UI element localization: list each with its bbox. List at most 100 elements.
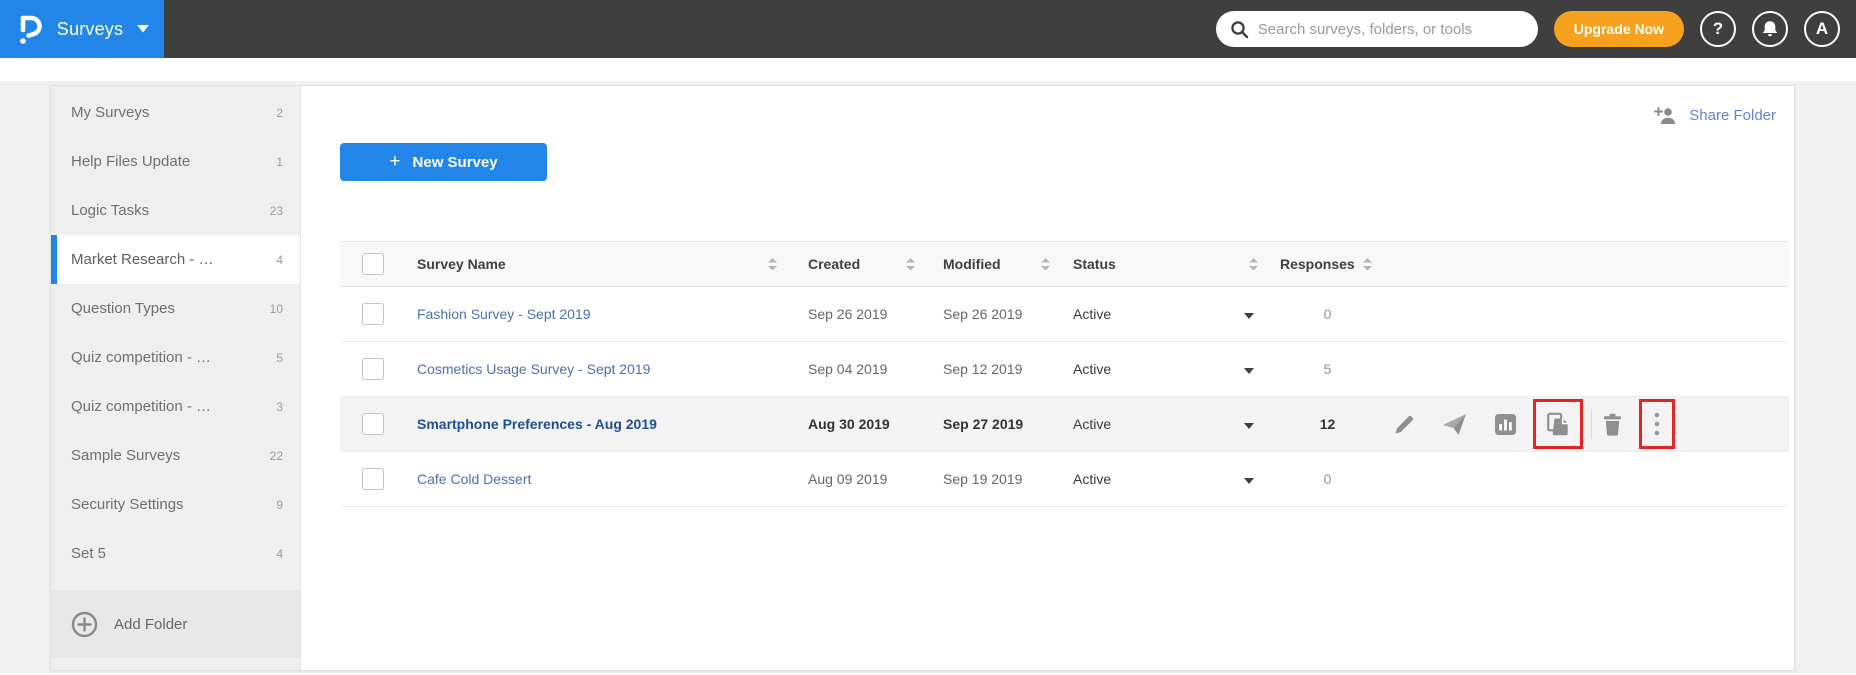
- table-row: Cafe Cold Dessert Aug 09 2019 Sep 19 201…: [340, 452, 1789, 507]
- notifications-button[interactable]: [1752, 11, 1788, 47]
- status-cell: Active: [1055, 467, 1270, 491]
- folder-label: Security Settings: [71, 496, 184, 513]
- avatar-initial: A: [1815, 19, 1829, 38]
- sidebar-item-my-surveys[interactable]: My Surveys 2: [51, 88, 300, 137]
- folder-count: 5: [276, 350, 283, 365]
- sort-icon[interactable]: [1249, 257, 1258, 271]
- content-card: My Surveys 2 Help Files Update 1 Logic T…: [50, 85, 1795, 671]
- product-menu[interactable]: Surveys: [0, 0, 164, 58]
- reports-button[interactable]: [1494, 413, 1517, 436]
- header-modified[interactable]: Modified: [920, 256, 1055, 272]
- app-window: Surveys Upgrade Now ? A: [0, 0, 1856, 675]
- folders-sidebar: My Surveys 2 Help Files Update 1 Logic T…: [51, 86, 301, 670]
- survey-name-link[interactable]: Smartphone Preferences - Aug 2019: [417, 416, 657, 432]
- row-actions: [1385, 399, 1789, 449]
- sidebar-item-help-files-update[interactable]: Help Files Update 1: [51, 137, 300, 186]
- row-checkbox[interactable]: [361, 413, 384, 435]
- header-survey-name[interactable]: Survey Name: [405, 256, 785, 272]
- three-dots-icon: [1654, 412, 1660, 436]
- modified-cell: Sep 19 2019: [943, 471, 1023, 487]
- global-search[interactable]: [1215, 11, 1538, 47]
- sidebar-item-quiz-competition-2[interactable]: Quiz competition - … 3: [51, 382, 300, 431]
- folder-label: Set 5: [71, 545, 107, 562]
- folder-label: Sample Surveys: [71, 447, 181, 464]
- sidebar-item-logic-tasks[interactable]: Logic Tasks 23: [51, 186, 300, 235]
- row-checkbox[interactable]: [361, 303, 384, 325]
- folder-count: 4: [276, 546, 283, 561]
- folder-count: 10: [269, 301, 283, 316]
- caret-down-icon: [1244, 368, 1254, 374]
- bell-icon: [1762, 21, 1778, 37]
- modified-cell: Sep 26 2019: [943, 306, 1023, 322]
- folder-count: 23: [269, 203, 283, 218]
- header-responses[interactable]: Responses: [1270, 256, 1385, 272]
- status-dropdown[interactable]: [1240, 467, 1258, 491]
- edit-button[interactable]: [1393, 413, 1416, 436]
- folder-label: My Surveys: [71, 104, 150, 121]
- more-annotation-box: [1639, 399, 1675, 449]
- sort-icon[interactable]: [1041, 257, 1050, 271]
- status-dropdown[interactable]: [1240, 357, 1258, 381]
- copy-icon: [1546, 412, 1568, 435]
- navbar-right-group: Upgrade Now ? A: [1215, 11, 1856, 47]
- avatar[interactable]: A: [1804, 11, 1840, 47]
- copy-annotation-box: [1533, 399, 1583, 449]
- select-all-checkbox[interactable]: [361, 253, 384, 275]
- search-input[interactable]: [1257, 20, 1524, 38]
- responses-cell: 5: [1323, 361, 1332, 377]
- row-checkbox[interactable]: [361, 468, 384, 490]
- delete-button[interactable]: [1602, 413, 1623, 436]
- status-dropdown[interactable]: [1240, 302, 1258, 326]
- survey-name-link[interactable]: Cosmetics Usage Survey - Sept 2019: [417, 361, 650, 377]
- bar-chart-icon: [1495, 413, 1516, 435]
- sort-icon[interactable]: [768, 257, 777, 271]
- modified-cell: Sep 12 2019: [943, 361, 1023, 377]
- app-logo-icon: [19, 15, 42, 44]
- sidebar-item-market-research[interactable]: Market Research - … 4: [51, 235, 300, 284]
- upgrade-now-button[interactable]: Upgrade Now: [1553, 11, 1684, 47]
- sidebar-item-sample-surveys[interactable]: Sample Surveys 22: [51, 431, 300, 480]
- sidebar-item-set-5[interactable]: Set 5 4: [51, 529, 300, 578]
- sidebar-item-question-types[interactable]: Question Types 10: [51, 284, 300, 333]
- responses-cell: 0: [1323, 471, 1332, 487]
- paper-plane-icon: [1443, 413, 1466, 435]
- sidebar-item-quiz-competition-1[interactable]: Quiz competition - … 5: [51, 333, 300, 382]
- pencil-icon: [1395, 415, 1413, 433]
- search-icon: [1231, 20, 1248, 38]
- more-options-button[interactable]: [1654, 412, 1660, 436]
- sort-icon[interactable]: [906, 257, 915, 271]
- folder-count: 2: [276, 105, 283, 120]
- sidebar-item-security-settings[interactable]: Security Settings 9: [51, 480, 300, 529]
- send-button[interactable]: [1442, 413, 1468, 436]
- trash-icon: [1604, 413, 1621, 436]
- share-folder-label: Share Folder: [1689, 106, 1776, 124]
- header-created[interactable]: Created: [785, 256, 920, 272]
- created-cell: Sep 26 2019: [808, 306, 888, 322]
- header-status[interactable]: Status: [1055, 256, 1270, 272]
- folder-count: 3: [276, 399, 283, 414]
- folder-label: Logic Tasks: [71, 202, 150, 219]
- help-button[interactable]: ?: [1700, 11, 1736, 47]
- status-label: Active: [1073, 416, 1112, 432]
- share-folder-link[interactable]: Share Folder: [301, 86, 1794, 128]
- survey-name-link[interactable]: Cafe Cold Dessert: [417, 471, 531, 487]
- top-navbar: Surveys Upgrade Now ? A: [0, 0, 1856, 58]
- add-folder-button[interactable]: Add Folder: [51, 590, 300, 658]
- surveys-table: Survey Name Created Modified Status Resp…: [340, 241, 1789, 507]
- new-survey-button[interactable]: + New Survey: [340, 143, 547, 181]
- table-row: Fashion Survey - Sept 2019 Sep 26 2019 S…: [340, 287, 1789, 342]
- status-dropdown[interactable]: [1240, 412, 1258, 436]
- product-menu-label: Surveys: [56, 18, 124, 39]
- plus-icon: +: [389, 151, 401, 172]
- status-cell: Active: [1055, 357, 1270, 381]
- row-checkbox[interactable]: [361, 358, 384, 380]
- share-person-icon: [1654, 106, 1676, 124]
- survey-name-link[interactable]: Fashion Survey - Sept 2019: [417, 306, 591, 322]
- copy-button[interactable]: [1546, 412, 1571, 437]
- folder-content: Share Folder + New Survey Survey Name Cr…: [301, 86, 1794, 670]
- help-icon: ?: [1712, 19, 1724, 38]
- actions-divider: [1591, 409, 1592, 439]
- sort-icon[interactable]: [1362, 257, 1372, 271]
- status-cell: Active: [1055, 302, 1270, 326]
- responses-cell: 12: [1319, 416, 1336, 432]
